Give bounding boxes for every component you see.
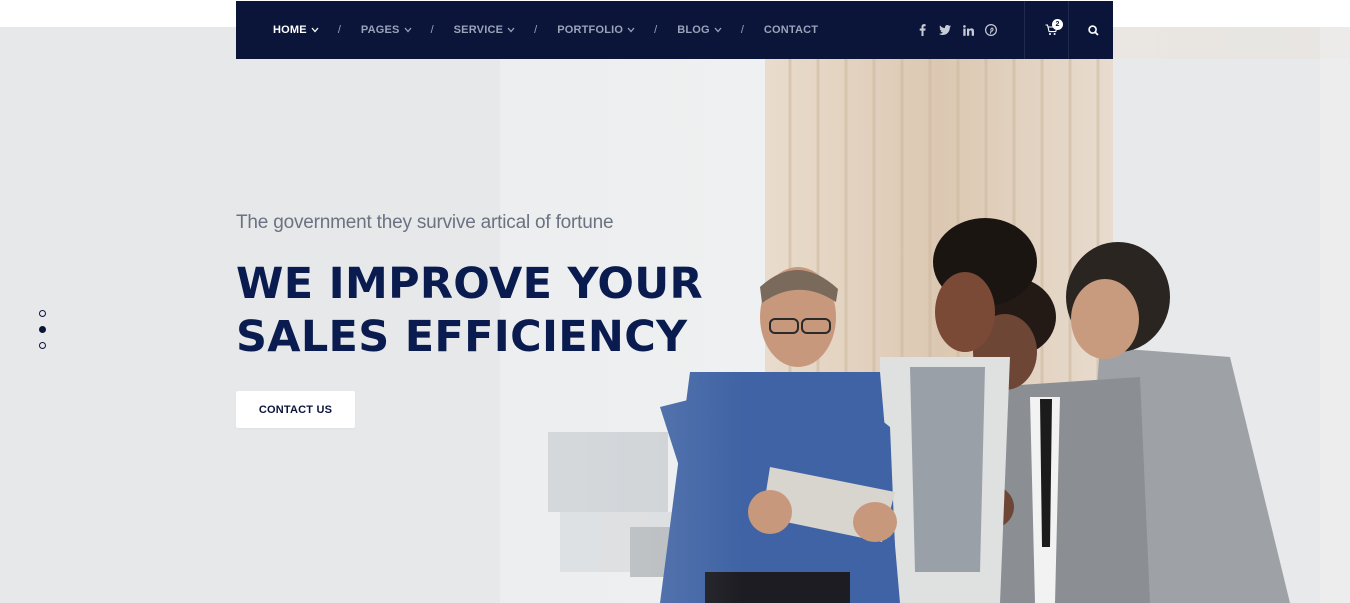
nav-item-label: SERVICE (453, 24, 504, 36)
pinterest-icon[interactable] (984, 23, 998, 37)
slider-dot-active[interactable] (39, 326, 46, 333)
nav-separator: / (337, 24, 341, 36)
nav-item-blog[interactable]: BLOG (677, 24, 722, 36)
slider-dot[interactable] (39, 342, 46, 349)
nav-divider (1024, 1, 1025, 59)
twitter-icon[interactable] (938, 23, 952, 37)
facebook-icon[interactable] (915, 23, 929, 37)
hero-headline: WE IMPROVE YOUR SALES EFFICIENCY (236, 258, 703, 364)
nav-item-label: HOME (273, 24, 307, 36)
nav-separator: / (430, 24, 434, 36)
hero-subtitle: The government they survive artical of f… (236, 212, 614, 233)
chevron-down-icon (714, 27, 722, 33)
chevron-down-icon (404, 27, 412, 33)
chevron-down-icon (507, 27, 515, 33)
hero-headline-line: SALES EFFICIENCY (236, 312, 688, 362)
slider-dot[interactable] (39, 310, 46, 317)
nav-separator: / (740, 24, 744, 36)
nav-menu: HOME / PAGES / SERVICE / PORTFOLIO / BLO… (273, 1, 818, 59)
chevron-down-icon (311, 27, 319, 33)
social-links (915, 1, 998, 59)
nav-item-service[interactable]: SERVICE (454, 24, 516, 36)
search-button[interactable] (1081, 1, 1105, 59)
nav-item-pages[interactable]: PAGES (361, 24, 412, 36)
main-navbar: HOME / PAGES / SERVICE / PORTFOLIO / BLO… (236, 1, 1113, 59)
nav-separator: / (534, 24, 538, 36)
cart-count-badge: 2 (1052, 19, 1063, 30)
linkedin-icon[interactable] (961, 23, 975, 37)
nav-item-label: BLOG (677, 24, 710, 36)
nav-separator: / (654, 24, 658, 36)
nav-item-contact[interactable]: CONTACT (764, 24, 818, 36)
contact-us-button[interactable]: CONTACT US (236, 391, 355, 428)
nav-item-portfolio[interactable]: PORTFOLIO (557, 24, 635, 36)
nav-item-label: PAGES (360, 24, 400, 36)
hero-headline-line: WE IMPROVE YOUR (236, 259, 703, 309)
nav-divider (1068, 1, 1069, 59)
cart-button[interactable]: 2 (1034, 1, 1068, 59)
nav-item-home[interactable]: HOME (273, 24, 319, 36)
nav-item-label: CONTACT (763, 24, 819, 36)
nav-item-label: PORTFOLIO (557, 24, 624, 36)
search-icon (1087, 24, 1099, 36)
slider-pagination (39, 310, 47, 358)
chevron-down-icon (627, 27, 635, 33)
